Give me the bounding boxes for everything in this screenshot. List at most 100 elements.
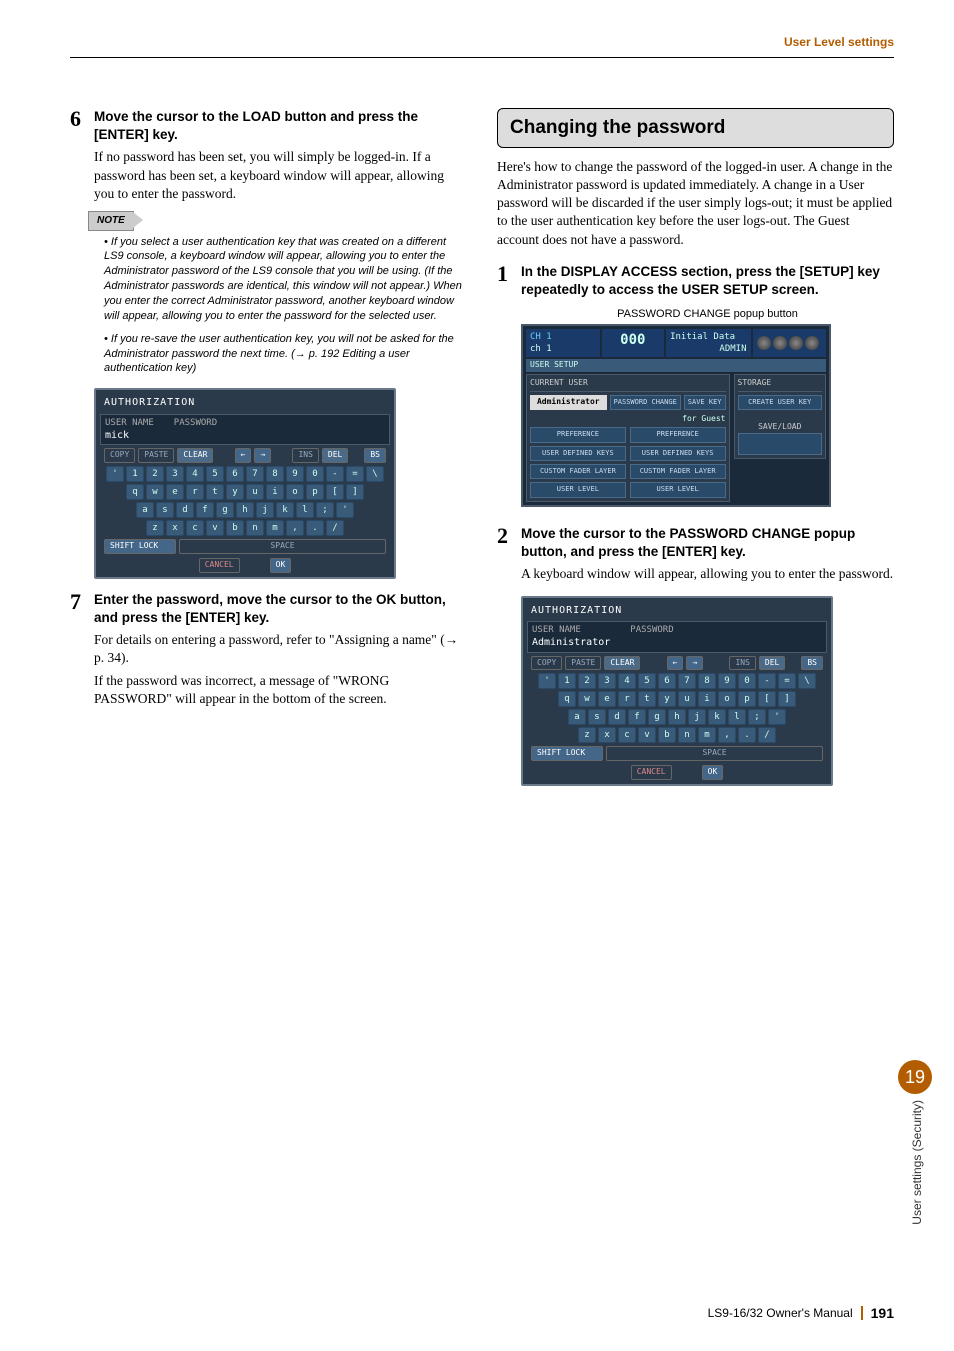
key-x[interactable]: x — [598, 727, 616, 743]
kb2-paste[interactable]: PASTE — [565, 656, 601, 671]
key-s[interactable]: s — [588, 709, 606, 725]
key-d[interactable]: d — [608, 709, 626, 725]
key-f[interactable]: f — [196, 502, 214, 518]
key-z[interactable]: z — [146, 520, 164, 536]
key-g[interactable]: g — [216, 502, 234, 518]
key-p[interactable]: p — [306, 484, 324, 500]
key-[[interactable]: [ — [758, 691, 776, 707]
key-3[interactable]: 3 — [598, 673, 616, 689]
kb1-cancel[interactable]: CANCEL — [199, 558, 240, 573]
kb2-shift[interactable]: SHIFT LOCK — [531, 746, 603, 761]
key-'[interactable]: ' — [106, 466, 124, 482]
key-9[interactable]: 9 — [718, 673, 736, 689]
key-a[interactable]: a — [568, 709, 586, 725]
kb2-ok[interactable]: OK — [702, 765, 724, 780]
ss2-admin-button[interactable]: Administrator — [530, 395, 607, 410]
key-q[interactable]: q — [126, 484, 144, 500]
key-f[interactable]: f — [628, 709, 646, 725]
kb1-space[interactable]: SPACE — [179, 539, 386, 554]
key-.[interactable]: . — [738, 727, 756, 743]
key-o[interactable]: o — [718, 691, 736, 707]
ss2-create-key[interactable]: CREATE USER KEY — [738, 395, 823, 410]
ss2-cfl-r[interactable]: CUSTOM FADER LAYER — [630, 464, 726, 479]
key-[[interactable]: [ — [326, 484, 344, 500]
key-8[interactable]: 8 — [266, 466, 284, 482]
kb1-ok[interactable]: OK — [270, 558, 292, 573]
key-w[interactable]: w — [146, 484, 164, 500]
key-v[interactable]: v — [206, 520, 224, 536]
key-l[interactable]: l — [728, 709, 746, 725]
key-o[interactable]: o — [286, 484, 304, 500]
kb2-ins[interactable]: INS — [729, 656, 755, 671]
ss2-password-change[interactable]: PASSWORD CHANGE — [610, 395, 681, 410]
key-h[interactable]: h — [668, 709, 686, 725]
kb2-copy[interactable]: COPY — [531, 656, 562, 671]
key-y[interactable]: y — [658, 691, 676, 707]
key-z[interactable]: z — [578, 727, 596, 743]
key-=[interactable]: = — [778, 673, 796, 689]
key-t[interactable]: t — [206, 484, 224, 500]
key-3[interactable]: 3 — [166, 466, 184, 482]
key-0[interactable]: 0 — [738, 673, 756, 689]
key-\[interactable]: \ — [798, 673, 816, 689]
kb1-shift[interactable]: SHIFT LOCK — [104, 539, 176, 554]
key-n[interactable]: n — [678, 727, 696, 743]
key-n[interactable]: n — [246, 520, 264, 536]
key-m[interactable]: m — [266, 520, 284, 536]
kb1-right-icon[interactable]: → — [254, 448, 271, 463]
key-j[interactable]: j — [256, 502, 274, 518]
key-;[interactable]: ; — [748, 709, 766, 725]
key-6[interactable]: 6 — [226, 466, 244, 482]
key-/[interactable]: / — [326, 520, 344, 536]
kb2-cancel[interactable]: CANCEL — [631, 765, 672, 780]
ss2-pref-l[interactable]: PREFERENCE — [530, 427, 626, 442]
key-c[interactable]: c — [186, 520, 204, 536]
ss2-pref-r[interactable]: PREFERENCE — [630, 427, 726, 442]
key-u[interactable]: u — [246, 484, 264, 500]
key-,[interactable]: , — [286, 520, 304, 536]
key-b[interactable]: b — [658, 727, 676, 743]
key-p[interactable]: p — [738, 691, 756, 707]
key-e[interactable]: e — [166, 484, 184, 500]
key-r[interactable]: r — [186, 484, 204, 500]
key-s[interactable]: s — [156, 502, 174, 518]
key-k[interactable]: k — [276, 502, 294, 518]
key-7[interactable]: 7 — [246, 466, 264, 482]
key-e[interactable]: e — [598, 691, 616, 707]
key-7[interactable]: 7 — [678, 673, 696, 689]
key-a[interactable]: a — [136, 502, 154, 518]
key-6[interactable]: 6 — [658, 673, 676, 689]
key-5[interactable]: 5 — [206, 466, 224, 482]
ss2-saveload-btn[interactable] — [738, 433, 823, 455]
key--[interactable]: - — [326, 466, 344, 482]
key-w[interactable]: w — [578, 691, 596, 707]
key-.[interactable]: . — [306, 520, 324, 536]
kb1-ins[interactable]: INS — [292, 448, 318, 463]
key-'[interactable]: ' — [768, 709, 786, 725]
ss2-ul-l[interactable]: USER LEVEL — [530, 482, 626, 497]
kb2-clear[interactable]: CLEAR — [604, 656, 640, 671]
key-x[interactable]: x — [166, 520, 184, 536]
key-c[interactable]: c — [618, 727, 636, 743]
key-1[interactable]: 1 — [126, 466, 144, 482]
kb2-left-icon[interactable]: ← — [667, 656, 684, 671]
key-0[interactable]: 0 — [306, 466, 324, 482]
kb1-del[interactable]: DEL — [322, 448, 348, 463]
key-d[interactable]: d — [176, 502, 194, 518]
key-][interactable]: ] — [346, 484, 364, 500]
key-l[interactable]: l — [296, 502, 314, 518]
key-'[interactable]: ' — [538, 673, 556, 689]
kb1-clear[interactable]: CLEAR — [177, 448, 213, 463]
ss2-udk-l[interactable]: USER DEFINED KEYS — [530, 446, 626, 461]
key-1[interactable]: 1 — [558, 673, 576, 689]
key-2[interactable]: 2 — [146, 466, 164, 482]
key-k[interactable]: k — [708, 709, 726, 725]
key-b[interactable]: b — [226, 520, 244, 536]
key-2[interactable]: 2 — [578, 673, 596, 689]
key-5[interactable]: 5 — [638, 673, 656, 689]
key-4[interactable]: 4 — [186, 466, 204, 482]
key-y[interactable]: y — [226, 484, 244, 500]
key-t[interactable]: t — [638, 691, 656, 707]
key-v[interactable]: v — [638, 727, 656, 743]
key-4[interactable]: 4 — [618, 673, 636, 689]
